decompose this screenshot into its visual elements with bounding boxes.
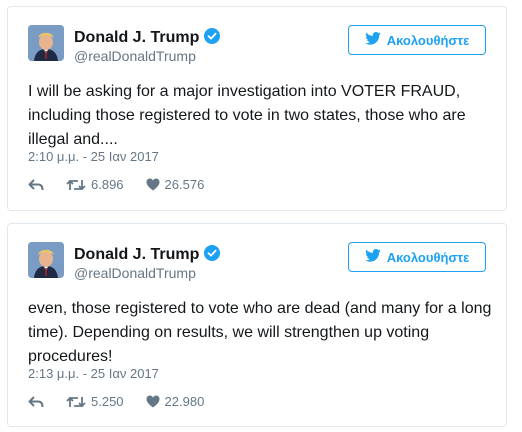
twitter-bird-icon <box>364 32 381 48</box>
avatar[interactable] <box>28 25 64 61</box>
retweet-icon <box>66 178 86 192</box>
like-count: 22.980 <box>164 394 205 409</box>
like-heart-icon <box>146 178 160 191</box>
tweet-actions: 5.250 22.980 <box>28 394 226 409</box>
tweet-timestamp[interactable]: 2:13 μ.μ. - 25 Ιαν 2017 <box>28 366 159 381</box>
retweet-button[interactable]: 6.896 <box>66 177 124 192</box>
reply-icon <box>28 178 44 192</box>
twitter-bird-icon <box>364 249 381 265</box>
retweet-count: 5.250 <box>91 394 124 409</box>
verified-badge-icon <box>204 245 221 266</box>
like-heart-icon <box>146 395 160 408</box>
author-handle[interactable]: @realDonaldTrump <box>74 48 196 64</box>
avatar[interactable] <box>28 242 64 278</box>
tweet-card: Donald J. Trump @realDonaldTrump Ακολουθ… <box>7 223 507 427</box>
author-name-line: Donald J. Trump <box>74 245 221 266</box>
author-handle[interactable]: @realDonaldTrump <box>74 265 196 281</box>
tweet-text: I will be asking for a major investigati… <box>28 83 466 148</box>
follow-button-label: Ακολουθήστε <box>386 32 470 48</box>
like-button[interactable]: 22.980 <box>146 394 205 409</box>
reply-button[interactable] <box>28 395 44 409</box>
retweet-icon <box>66 395 86 409</box>
like-button[interactable]: 26.576 <box>146 177 205 192</box>
follow-button-label: Ακολουθήστε <box>386 249 470 265</box>
tweet-text: even, those registered to vote who are d… <box>28 300 492 365</box>
tweet-timestamp[interactable]: 2:10 μ.μ. - 25 Ιαν 2017 <box>28 149 159 164</box>
author-name[interactable]: Donald J. Trump <box>74 246 199 263</box>
retweet-count: 6.896 <box>91 177 124 192</box>
verified-badge-icon <box>204 28 221 49</box>
reply-icon <box>28 395 44 409</box>
tweet-card: Donald J. Trump @realDonaldTrump Ακολουθ… <box>7 6 507 211</box>
follow-button[interactable]: Ακολουθήστε <box>348 242 486 272</box>
like-count: 26.576 <box>164 177 205 192</box>
follow-button[interactable]: Ακολουθήστε <box>348 25 486 55</box>
retweet-button[interactable]: 5.250 <box>66 394 124 409</box>
tweet-actions: 6.896 26.576 <box>28 177 226 192</box>
author-name-line: Donald J. Trump <box>74 28 221 49</box>
author-name[interactable]: Donald J. Trump <box>74 29 199 46</box>
reply-button[interactable] <box>28 178 44 192</box>
